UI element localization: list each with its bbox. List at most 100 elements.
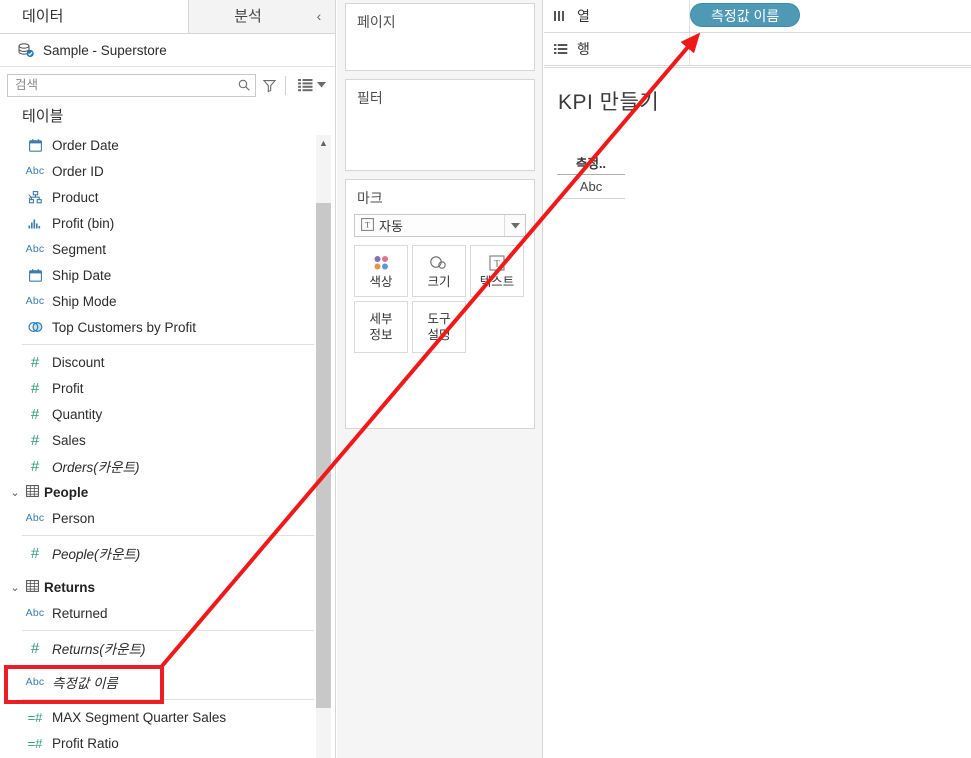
calc-number-icon: =# — [27, 709, 43, 725]
marks-text-button[interactable]: T 텍스트 — [470, 245, 524, 297]
datasource-icon — [17, 42, 35, 58]
field-returned[interactable]: Abc Returned — [0, 600, 335, 626]
calendar-icon — [22, 136, 48, 154]
tableau-worksheet-window: 데이터 분석 ‹ Sample - Superstore 검색 테이블 Orde… — [0, 0, 971, 758]
tab-data[interactable]: 데이터 — [0, 0, 188, 33]
field-people-count[interactable]: # People(카운트) — [0, 540, 335, 566]
field-group-divider — [22, 344, 314, 345]
number-icon: # — [30, 431, 40, 449]
abc-icon: Abc — [25, 512, 45, 524]
table-group-label: Returns — [44, 579, 96, 595]
field-label: Profit (bin) — [52, 215, 115, 231]
field-label: Ship Mode — [52, 293, 117, 309]
calc-number-icon: =# — [27, 735, 43, 751]
marks-color-button[interactable]: 색상 — [354, 245, 408, 297]
worksheet-pane: 열 측정값 이름 행 KPI 만들기 측정.. Abc — [544, 0, 971, 758]
cards-column: 페이지 필터 마크 T 자동 색상 크기 T 텍스트 세부 정보 도구 설명 — [337, 0, 543, 758]
caret-down-icon[interactable] — [504, 215, 525, 236]
filter-funnel-icon[interactable] — [259, 74, 279, 96]
text-box-icon: T — [489, 253, 505, 273]
size-circles-icon — [428, 253, 450, 273]
rows-shelf-label: 행 — [544, 33, 690, 65]
field-returns-count[interactable]: # Returns(카운트) — [0, 635, 335, 661]
chevron-down-icon[interactable]: ⌄ — [8, 486, 22, 499]
field-quantity[interactable]: # Quantity — [0, 401, 335, 427]
field-order-id[interactable]: Abc Order ID — [0, 158, 335, 184]
marks-size-button[interactable]: 크기 — [412, 245, 466, 297]
chevron-up-icon[interactable]: ▲ — [316, 135, 331, 151]
field-measure-names[interactable]: Abc 측정값 이름 — [0, 669, 335, 695]
tab-analytics-label: 분석 — [234, 8, 262, 25]
field-ship-date[interactable]: Ship Date — [0, 262, 335, 288]
set-icon — [22, 318, 48, 336]
marks-card-title: 마크 — [357, 190, 383, 206]
field-sales[interactable]: # Sales — [0, 427, 335, 453]
field-product-hierarchy[interactable]: › Product — [0, 184, 335, 210]
mark-type-dropdown[interactable]: T 자동 — [354, 214, 526, 237]
field-label: MAX Segment Quarter Sales — [52, 709, 227, 725]
rows-shelf-dropzone[interactable] — [690, 33, 971, 65]
rows-shelf[interactable]: 행 — [544, 33, 971, 66]
field-max-segment-quarter-sales[interactable]: =# MAX Segment Quarter Sales — [0, 704, 335, 730]
marks-tooltip-label: 도구 설명 — [427, 312, 451, 342]
field-label: People(카운트) — [52, 547, 141, 562]
pages-card[interactable]: 페이지 — [345, 3, 535, 71]
field-ship-mode[interactable]: Abc Ship Mode — [0, 288, 335, 314]
field-segment[interactable]: Abc Segment — [0, 236, 335, 262]
svg-text:T: T — [365, 220, 370, 229]
field-discount[interactable]: # Discount — [0, 349, 335, 375]
marks-detail-label: 세부 정보 — [369, 312, 393, 342]
table-icon — [22, 579, 42, 595]
marks-card: 마크 T 자동 색상 크기 T 텍스트 세부 정보 도구 설명 — [345, 179, 535, 429]
columns-shelf[interactable]: 열 측정값 이름 — [544, 0, 971, 33]
color-dots-icon — [371, 253, 391, 273]
field-label: Profit — [52, 380, 84, 396]
marks-buttons: 색상 크기 T 텍스트 세부 정보 도구 설명 — [354, 245, 526, 353]
chevron-right-icon[interactable]: › — [28, 184, 38, 210]
number-icon: # — [30, 544, 40, 562]
field-group-divider — [22, 535, 314, 536]
field-top-customers-by-profit[interactable]: Top Customers by Profit — [0, 314, 335, 340]
calendar-icon — [22, 266, 48, 284]
filters-card[interactable]: 필터 — [345, 79, 535, 171]
search-input[interactable] — [15, 75, 237, 95]
pill-measure-names[interactable]: 측정값 이름 — [690, 3, 801, 27]
columns-shelf-dropzone[interactable]: 측정값 이름 — [690, 0, 971, 32]
search-box[interactable] — [7, 73, 256, 97]
field-label: Order Date — [52, 137, 119, 153]
number-icon: # — [30, 353, 40, 371]
field-label: Quantity — [52, 406, 103, 422]
pane-tab-bar: 데이터 분석 ‹ — [0, 0, 335, 34]
field-order-date[interactable]: Order Date — [0, 132, 335, 158]
bin-icon — [22, 214, 48, 232]
field-profit-bin[interactable]: Profit (bin) — [0, 210, 335, 236]
caret-down-icon[interactable] — [315, 74, 328, 96]
field-label: Returns(카운트) — [52, 642, 146, 657]
marks-detail-button[interactable]: 세부 정보 — [354, 301, 408, 353]
data-pane-scrollbar[interactable]: ▲ — [316, 135, 331, 758]
columns-shelf-label: 열 — [544, 0, 690, 32]
marks-text-label: 텍스트 — [479, 274, 515, 289]
columns-icon — [554, 10, 574, 22]
field-label: Returned — [52, 605, 108, 621]
table-group-label: People — [44, 484, 89, 500]
field-orders-count[interactable]: # Orders(카운트) — [0, 453, 335, 479]
scrollbar-thumb[interactable] — [316, 203, 331, 708]
field-label: Order ID — [52, 163, 104, 179]
view-canvas[interactable]: KPI 만들기 측정.. Abc — [544, 67, 971, 758]
cell-value: Abc — [557, 175, 625, 199]
datasource-row[interactable]: Sample - Superstore — [0, 34, 335, 67]
chevron-left-icon[interactable]: ‹ — [312, 7, 326, 25]
search-icon[interactable] — [237, 78, 251, 92]
marks-color-label: 색상 — [369, 274, 393, 289]
table-group-returns[interactable]: ⌄ Returns — [0, 574, 335, 600]
filters-card-title: 필터 — [357, 90, 383, 106]
field-profit-ratio[interactable]: =# Profit Ratio — [0, 730, 335, 756]
field-person[interactable]: Abc Person — [0, 505, 335, 531]
field-profit[interactable]: # Profit — [0, 375, 335, 401]
pages-card-title: 페이지 — [357, 14, 396, 30]
list-view-icon[interactable] — [295, 74, 315, 96]
marks-tooltip-button[interactable]: 도구 설명 — [412, 301, 466, 353]
table-group-people[interactable]: ⌄ People — [0, 479, 335, 505]
chevron-down-icon[interactable]: ⌄ — [8, 581, 22, 594]
